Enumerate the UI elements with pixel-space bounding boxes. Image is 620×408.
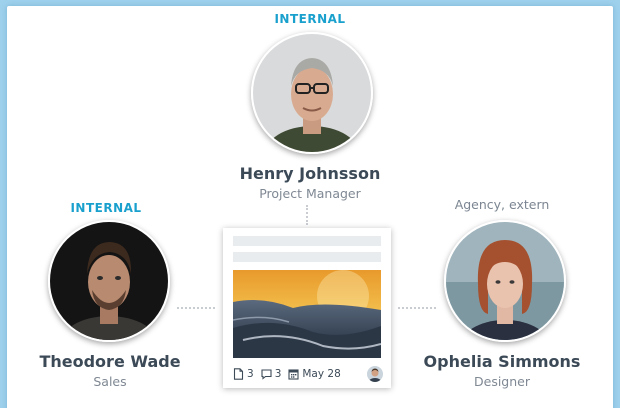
task-subtitle-placeholder [233, 252, 381, 262]
calendar-icon [288, 368, 299, 380]
connector-right [398, 307, 436, 309]
top-person-role: Project Manager [259, 186, 361, 201]
right-person-name[interactable]: Ophelia Simmons [392, 352, 612, 371]
right-person-role: Designer [474, 374, 530, 389]
top-person-avatar[interactable] [251, 32, 373, 154]
connector-left [177, 307, 215, 309]
task-cover-image[interactable] [233, 270, 381, 358]
due-date: May 28 [302, 368, 341, 380]
right-person-tag: Agency, extern [454, 197, 550, 212]
left-person-avatar[interactable] [48, 220, 170, 342]
left-person-role: Sales [93, 374, 127, 389]
left-person-tag: INTERNAL [70, 201, 142, 215]
document-icon [233, 368, 244, 380]
comment-icon [261, 368, 272, 380]
top-person-tag: INTERNAL [274, 12, 346, 26]
right-person-avatar[interactable] [444, 220, 566, 342]
file-count: 3 [247, 368, 254, 380]
task-meta: 3 3 May 28 [233, 366, 383, 382]
assignee-avatar[interactable] [367, 366, 383, 382]
comment-count: 3 [274, 368, 282, 380]
left-person-name[interactable]: Theodore Wade [0, 352, 220, 371]
top-person-name[interactable]: Henry Johnsson [200, 164, 420, 183]
task-card[interactable]: 3 3 May 28 [223, 228, 391, 388]
connector-top [306, 205, 308, 225]
task-title-placeholder [233, 236, 381, 246]
